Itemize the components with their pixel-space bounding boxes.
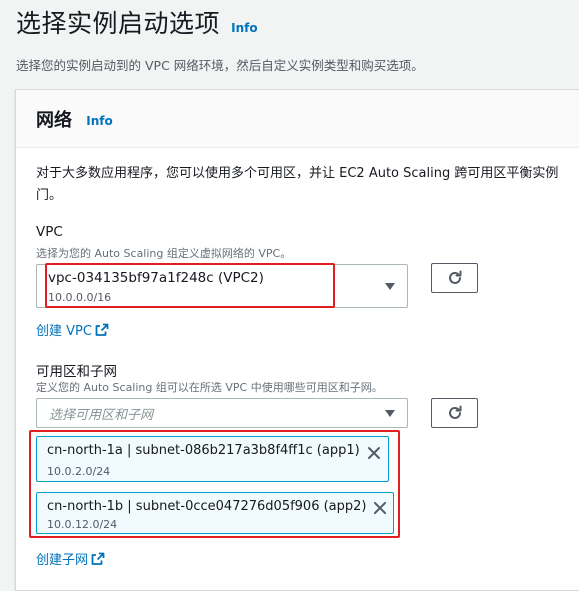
vpc-select[interactable]: vpc-034135bf97a1f248c (VPC2) 10.0.0.0/16 xyxy=(36,264,408,308)
close-icon[interactable] xyxy=(373,501,387,515)
page-info-link[interactable]: Info xyxy=(231,21,257,35)
create-vpc-label: 创建 VPC xyxy=(36,324,92,339)
subnets-label: 可用区和子网 xyxy=(36,364,117,380)
create-vpc-link[interactable]: 创建 VPC xyxy=(36,320,109,339)
refresh-icon xyxy=(449,270,462,284)
network-title-wrap: 网络 Info xyxy=(36,106,113,132)
vpc-selected-cidr: 10.0.0.0/16 xyxy=(48,291,112,304)
vpc-refresh-button[interactable] xyxy=(431,263,478,293)
close-icon[interactable] xyxy=(367,446,381,460)
chevron-down-icon xyxy=(385,283,395,290)
chevron-down-icon xyxy=(385,410,395,417)
subnet-token-label: cn-north-1a | subnet-086b217a3b8f4ff1c (… xyxy=(47,443,360,458)
page-header: 选择实例启动选项 Info xyxy=(16,4,258,40)
refresh-icon xyxy=(449,405,462,419)
subnet-token-label: cn-north-1b | subnet-0cce047276d05f906 (… xyxy=(47,499,367,514)
external-link-icon xyxy=(91,552,105,565)
subnet-token-cidr: 10.0.12.0/24 xyxy=(47,518,118,531)
page-title: 选择实例启动选项 xyxy=(16,9,221,38)
network-title: 网络 xyxy=(36,110,72,131)
create-subnet-link[interactable]: 创建子网 xyxy=(36,549,105,568)
subnets-refresh-button[interactable] xyxy=(431,398,478,428)
subnets-description: 定义您的 Auto Scaling 组可以在所选 VPC 中使用哪些可用区和子网… xyxy=(36,381,383,394)
vpc-description: 选择为您的 Auto Scaling 组定义虚拟网络的 VPC。 xyxy=(36,247,292,260)
page-description: 选择您的实例启动到的 VPC 网络环境，然后自定义实例类型和购买选项。 xyxy=(16,58,424,73)
network-intro: 对于大多数应用程序，您可以使用多个可用区，并让 EC2 Auto Scaling… xyxy=(36,163,579,207)
vpc-label: VPC xyxy=(36,224,63,240)
network-intro-line1: 对于大多数应用程序，您可以使用多个可用区，并让 EC2 Auto Scaling… xyxy=(36,166,559,181)
subnet-token-cidr: 10.0.2.0/24 xyxy=(47,465,111,478)
create-subnet-label: 创建子网 xyxy=(36,553,89,568)
vpc-selected-value: vpc-034135bf97a1f248c (VPC2) xyxy=(48,270,264,286)
network-info-link[interactable]: Info xyxy=(86,114,112,128)
subnets-select[interactable]: 选择可用区和子网 xyxy=(36,398,408,428)
subnet-token-2: cn-north-1b | subnet-0cce047276d05f906 (… xyxy=(36,492,394,534)
network-panel: 网络 Info 对于大多数应用程序，您可以使用多个可用区，并让 EC2 Auto… xyxy=(15,89,579,591)
network-intro-line2: 门。 xyxy=(36,188,63,203)
subnet-token-1: cn-north-1a | subnet-086b217a3b8f4ff1c (… xyxy=(36,436,389,482)
network-panel-header: 网络 Info xyxy=(16,90,579,148)
external-link-icon xyxy=(95,323,109,336)
subnets-placeholder: 选择可用区和子网 xyxy=(49,408,154,423)
